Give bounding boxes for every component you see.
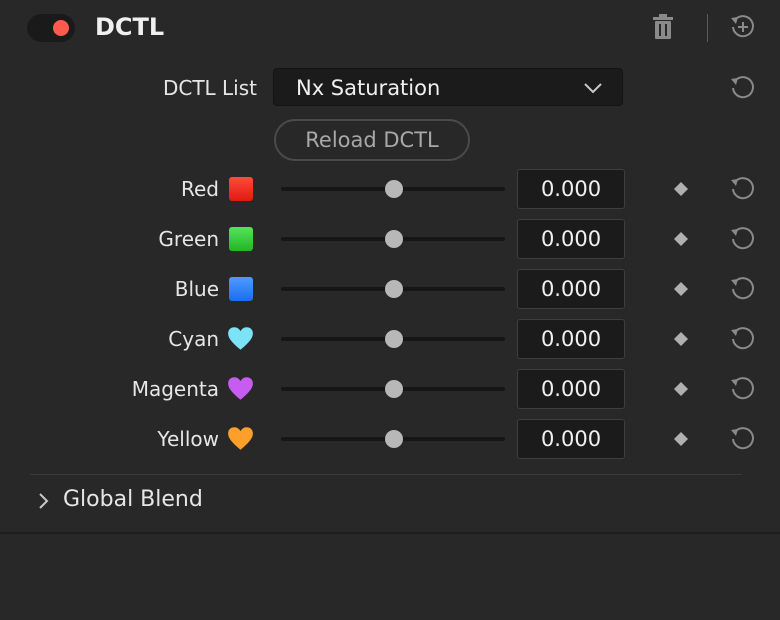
green-square-icon: [227, 225, 254, 252]
slider-thumb[interactable]: [385, 330, 403, 348]
red-square-icon: [227, 175, 254, 202]
dctl-list-dropdown[interactable]: Nx Saturation: [273, 68, 623, 106]
reset-icon[interactable]: [729, 425, 757, 453]
slider-row-blue: Blue 0.000: [0, 269, 780, 309]
reset-icon[interactable]: [729, 225, 757, 253]
keyframe-diamond-icon[interactable]: [674, 382, 688, 396]
value-field[interactable]: 0.000: [517, 219, 625, 259]
keyframe-diamond-icon[interactable]: [674, 282, 688, 296]
chevron-right-icon[interactable]: [38, 491, 50, 511]
keyframe-diamond-icon[interactable]: [674, 432, 688, 446]
reset-icon[interactable]: [729, 74, 757, 102]
panel-bottom-border: [0, 532, 780, 534]
keyframe-diamond-icon[interactable]: [674, 232, 688, 246]
slider-row-magenta: Magenta 0.000: [0, 369, 780, 409]
value-field[interactable]: 0.000: [517, 169, 625, 209]
reload-dctl-button[interactable]: Reload DCTL: [274, 119, 470, 161]
global-blend-header[interactable]: Global Blend: [63, 487, 203, 512]
keyframe-diamond-icon[interactable]: [674, 182, 688, 196]
slider-row-cyan: Cyan 0.000: [0, 319, 780, 359]
dctl-panel: DCTL DCTL List Nx Saturation Reload DCTL…: [0, 0, 780, 620]
orange-heart-icon: [228, 427, 253, 450]
delete-icon[interactable]: [651, 13, 675, 41]
reset-icon[interactable]: [729, 375, 757, 403]
panel-title: DCTL: [95, 13, 165, 41]
slider-row-yellow: Yellow 0.000: [0, 419, 780, 459]
slider-label: Yellow: [157, 427, 219, 451]
blue-square-icon: [227, 275, 254, 302]
value-field[interactable]: 0.000: [517, 319, 625, 359]
dctl-list-selected: Nx Saturation: [296, 76, 441, 100]
enable-toggle[interactable]: [27, 14, 75, 42]
chevron-down-icon: [584, 83, 602, 94]
slider-thumb[interactable]: [385, 430, 403, 448]
value-field[interactable]: 0.000: [517, 269, 625, 309]
slider-label: Cyan: [168, 327, 219, 351]
header-divider: [707, 14, 708, 42]
slider-label: Green: [158, 227, 219, 251]
slider-row-red: Red 0.000: [0, 169, 780, 209]
slider-thumb[interactable]: [385, 230, 403, 248]
slider-thumb[interactable]: [385, 380, 403, 398]
value-field[interactable]: 0.000: [517, 369, 625, 409]
reset-icon[interactable]: [729, 275, 757, 303]
cyan-heart-icon: [228, 327, 253, 350]
purple-heart-icon: [228, 377, 253, 400]
reset-icon[interactable]: [729, 325, 757, 353]
reset-icon[interactable]: [729, 175, 757, 203]
keyframe-diamond-icon[interactable]: [674, 332, 688, 346]
slider-thumb[interactable]: [385, 280, 403, 298]
dctl-list-label: DCTL List: [162, 76, 257, 100]
slider-label: Blue: [174, 277, 219, 301]
value-field[interactable]: 0.000: [517, 419, 625, 459]
slider-label: Red: [181, 177, 219, 201]
slider-label: Magenta: [131, 377, 219, 401]
reset-add-icon[interactable]: [729, 13, 757, 41]
slider-thumb[interactable]: [385, 180, 403, 198]
section-divider: [30, 474, 742, 475]
slider-row-green: Green 0.000: [0, 219, 780, 259]
toggle-knob: [53, 20, 69, 36]
